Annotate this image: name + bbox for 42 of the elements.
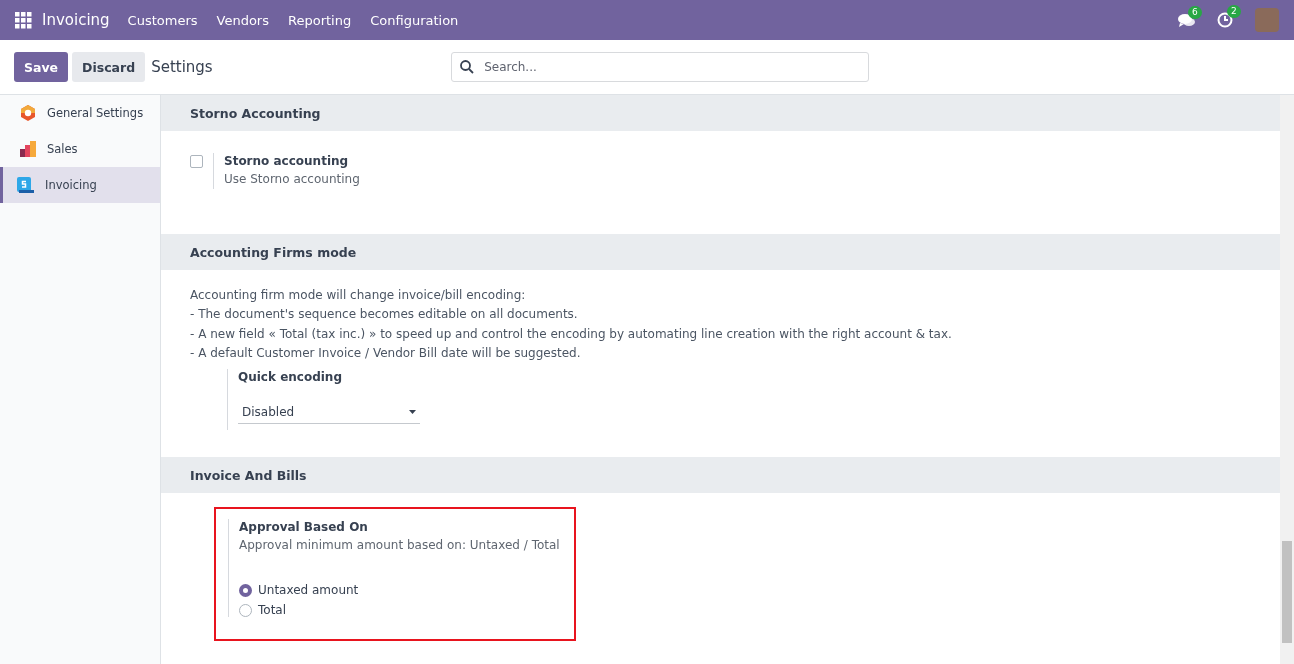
caret-icon: [409, 409, 416, 414]
menu-item[interactable]: Customers: [127, 12, 198, 28]
setting-label: Storno accounting: [224, 153, 349, 170]
user-avatar[interactable]: [1255, 8, 1279, 32]
setting-label: Approval Based On: [239, 519, 368, 536]
section-title: Storno Accounting: [190, 105, 321, 121]
discard-button[interactable]: Discard: [72, 52, 146, 82]
setting-description: Use Storno accounting: [224, 171, 360, 188]
clock-icon[interactable]: [1217, 12, 1233, 28]
activity-count-badge: 2: [1227, 5, 1241, 18]
search-field[interactable]: Search...: [451, 52, 870, 82]
select-field[interactable]: Disabled: [238, 400, 420, 425]
radio-option[interactable]: Total: [239, 603, 287, 617]
setting-label: Quick encoding: [238, 369, 342, 387]
radio-button[interactable]: [239, 583, 252, 597]
message-count-badge: 6: [1188, 5, 1202, 19]
page-title: Settings: [151, 58, 214, 76]
intro-text-line: Accounting firm mode will change invoice/bill encoding:: [190, 287, 527, 304]
hexagon-icon: [19, 104, 37, 122]
invoice-icon: [16, 176, 35, 194]
intro-text-line: - A default Customer Invoice / Vendor Bill date will be suggested.: [190, 344, 582, 362]
app-name[interactable]: Invoicing: [42, 11, 110, 29]
checkbox[interactable]: [190, 155, 203, 168]
intro-text-line: - The document's sequence becomes editable on all documents.: [190, 306, 579, 324]
save-button[interactable]: Save: [14, 52, 69, 82]
setting-description: Approval minimum amount based on: Untaxed / Total: [239, 537, 560, 554]
menu-item[interactable]: Configuration: [370, 12, 459, 28]
section-title: Invoice And Bills: [190, 467, 307, 483]
radio-button[interactable]: [239, 603, 252, 617]
intro-text-line: - A new field « Total (tax inc.) » to speed up and control the encoding by automating line creation with the right account & tax.: [190, 325, 953, 343]
apps-menu-icon[interactable]: [15, 11, 32, 29]
radio-option[interactable]: Untaxed amount: [239, 583, 359, 597]
sidebar-item[interactable]: General Settings: [0, 95, 160, 131]
search-icon: [460, 60, 475, 74]
sidebar-item[interactable]: Sales: [0, 131, 160, 167]
sidebar-item[interactable]: Invoicing: [0, 167, 160, 203]
bar-chart-icon: [19, 140, 37, 158]
section-title: Accounting Firms mode: [190, 244, 357, 260]
scrollbar-thumb[interactable]: [1282, 541, 1292, 643]
scrollbar[interactable]: [1280, 95, 1294, 664]
menu-item[interactable]: Vendors: [216, 12, 269, 28]
menu-item[interactable]: Reporting: [288, 12, 352, 28]
